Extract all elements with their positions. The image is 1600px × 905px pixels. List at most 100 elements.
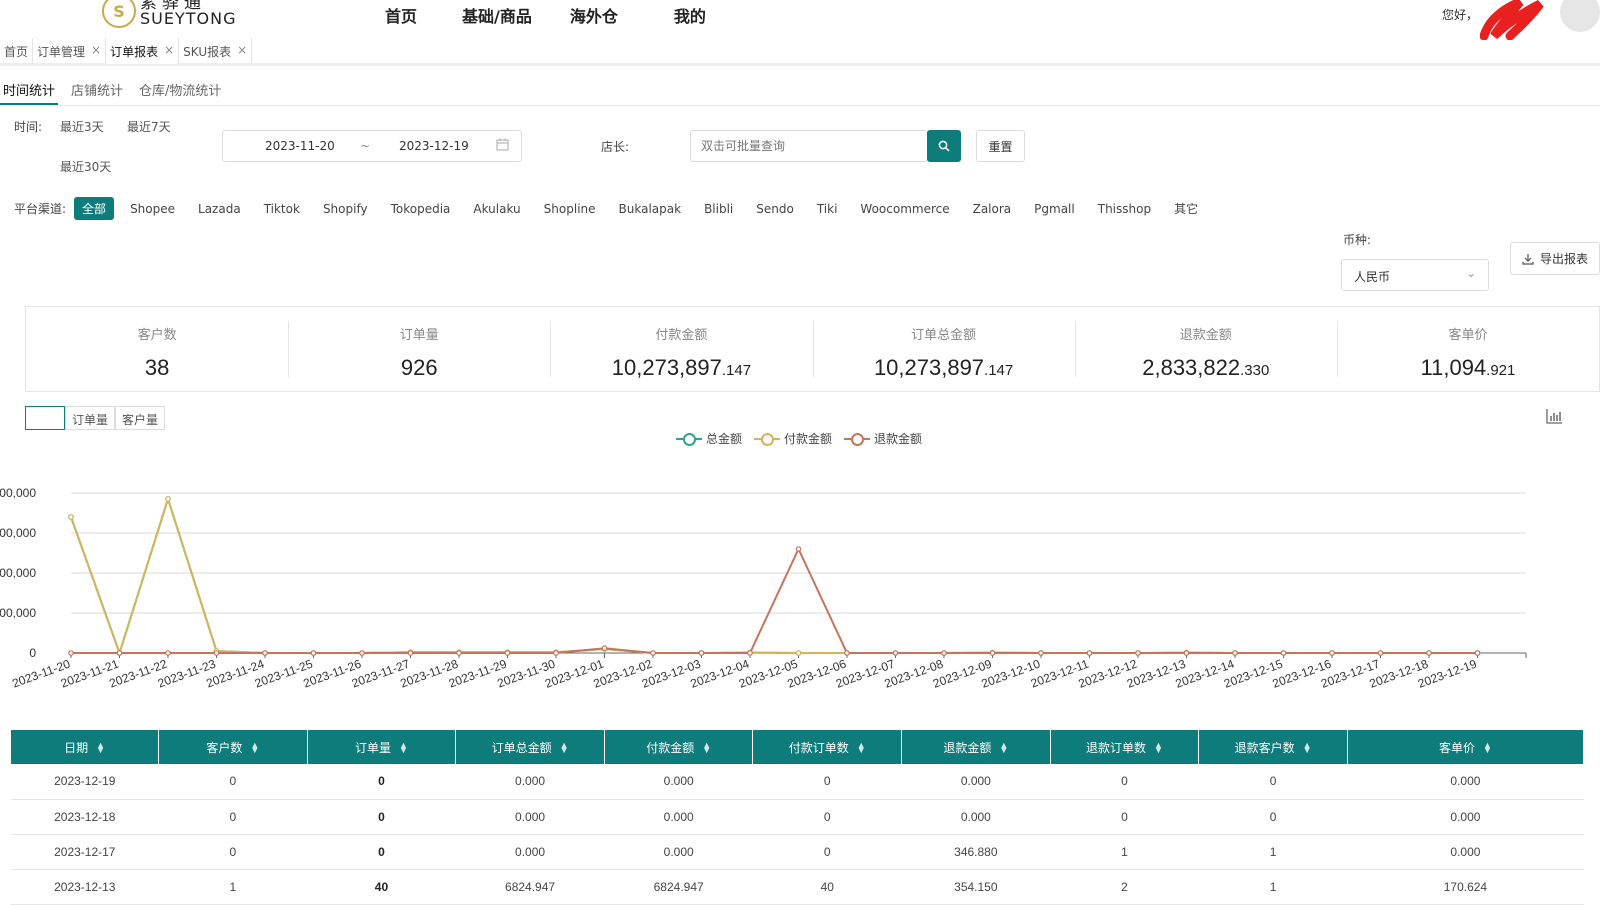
column-header-label: 客单价 [1438, 740, 1475, 755]
legend-item-refund[interactable]: 退款金额 [844, 430, 922, 447]
sort-icon[interactable]: ▲ ▼ [96, 741, 105, 755]
nav-mine[interactable]: 我的 [674, 3, 706, 27]
table-cell: 354.150 [901, 869, 1051, 905]
quick-range-3d[interactable]: 最近3天 [60, 118, 104, 135]
close-icon[interactable]: × [164, 43, 174, 64]
legend-label: 总金额 [706, 432, 743, 446]
close-icon[interactable]: × [237, 43, 247, 64]
toggle-customer-count[interactable]: 客户量 [115, 406, 166, 430]
shop-search-input[interactable] [690, 130, 928, 162]
platform-other[interactable]: 其它 [1174, 200, 1198, 217]
sort-icon[interactable]: ▲ ▼ [999, 741, 1008, 755]
platform-bukalapak[interactable]: Bukalapak [619, 202, 682, 216]
export-report-button[interactable]: 导出报表 [1510, 242, 1600, 275]
subtab-warehouse-logistics-stats[interactable]: 仓库/物流统计 [136, 76, 224, 105]
table-cell: 0 [307, 834, 456, 870]
table-cell: 1 [1050, 834, 1199, 870]
table-cell: 2 [1050, 869, 1199, 905]
column-header[interactable]: 退款金额 ▲ ▼ [901, 730, 1051, 764]
sort-icon[interactable]: ▲ ▼ [250, 741, 259, 755]
tab-sku-report[interactable]: SKU报表 × [179, 38, 253, 64]
table-row: 2023-12-18 0 0 0.000 0.000 0 0.000 0 0 0.000 [11, 799, 1584, 835]
column-header[interactable]: 退款客户数 ▲ ▼ [1198, 730, 1348, 764]
column-header[interactable]: 日期 ▲ ▼ [11, 730, 160, 764]
tab-order-report[interactable]: 订单报表 × [106, 38, 180, 64]
platform-thisshop[interactable]: Thisshop [1098, 202, 1151, 216]
data-point [1426, 650, 1432, 656]
close-icon[interactable]: × [91, 43, 101, 64]
legend-item-total[interactable]: 总金额 [676, 430, 742, 447]
platform-woocommerce[interactable]: Woocommerce [860, 202, 949, 216]
quick-range-7d[interactable]: 最近7天 [127, 118, 171, 135]
avatar[interactable] [1560, 0, 1600, 32]
column-header[interactable]: 订单量 ▲ ▼ [307, 730, 457, 764]
stat-int: 38 [144, 355, 170, 380]
toggle-amount[interactable] [25, 406, 65, 430]
tab-order-management[interactable]: 订单管理 × [33, 38, 107, 64]
column-header-label: 退款订单数 [1085, 740, 1146, 755]
nav-basic-goods[interactable]: 基础/商品 [462, 3, 532, 27]
stat-int: 10,273,897 [873, 355, 985, 380]
table-cell: 2023-12-13 [11, 869, 159, 905]
platform-blibli[interactable]: Blibli [704, 202, 733, 216]
platform-shopify[interactable]: Shopify [323, 202, 368, 216]
table-cell: 0 [752, 799, 902, 835]
data-point [310, 650, 317, 656]
nav-home[interactable]: 首页 [385, 3, 417, 27]
legend-item-paid[interactable]: 付款金额 [754, 430, 832, 447]
data-point [165, 496, 171, 502]
data-point [165, 650, 171, 656]
column-header[interactable]: 付款订单数 ▲ ▼ [752, 730, 903, 764]
toggle-order-count[interactable]: 订单量 [65, 406, 116, 430]
table-cell: 0 [1198, 764, 1348, 800]
platform-tiktok[interactable]: Tiktok [264, 202, 300, 216]
stat-dec: .921 [1486, 362, 1516, 379]
platform-tiki[interactable]: Tiki [817, 202, 838, 216]
date-range-picker[interactable]: 2023-11-20 ~ 2023-12-19 [222, 130, 522, 162]
column-header[interactable]: 客单价 ▲ ▼ [1347, 730, 1585, 764]
logo-icon: S [102, 0, 136, 28]
sort-icon[interactable]: ▲ ▼ [1303, 741, 1312, 755]
tab-home[interactable]: 首页 [0, 38, 34, 64]
series-line-0 [70, 495, 1478, 657]
platform-shopee[interactable]: Shopee [130, 202, 175, 216]
sort-icon[interactable]: ▲ ▼ [1154, 741, 1163, 755]
nav-overseas-warehouse[interactable]: 海外仓 [570, 3, 618, 27]
reset-button[interactable]: 重置 [976, 130, 1025, 162]
column-header[interactable]: 客户数 ▲ ▼ [158, 730, 308, 764]
table-row: 2023-12-13 1 40 6824.947 6824.947 40 354.150 2 1… [11, 869, 1584, 905]
platform-akulaku[interactable]: Akulaku [473, 202, 520, 216]
bar-chart-icon[interactable] [1545, 407, 1563, 425]
platform-sendo[interactable]: Sendo [756, 202, 794, 216]
column-header[interactable]: 订单总金额 ▲ ▼ [455, 730, 605, 764]
search-button[interactable] [927, 130, 961, 162]
platform-all[interactable]: 全部 [74, 197, 115, 220]
table-cell: 40 [752, 869, 902, 905]
subtab-shop-stats[interactable]: 店铺统计 [68, 76, 126, 105]
sort-icon[interactable]: ▲ ▼ [560, 741, 569, 755]
sort-icon[interactable]: ▲ ▼ [399, 741, 408, 755]
logo[interactable]: S 素驿通 SUEYTONG [102, 0, 236, 28]
platform-pgmall[interactable]: Pgmall [1034, 202, 1075, 216]
stat-order-total: 订单总金额 10,273,897.147 [812, 307, 1075, 391]
column-header[interactable]: 付款金额 ▲ ▼ [604, 730, 754, 764]
series-line-2 [71, 546, 1478, 654]
sort-icon[interactable]: ▲ ▼ [857, 741, 866, 755]
table-cell: 6824.947 [604, 869, 753, 905]
legend-label: 退款金额 [874, 432, 923, 446]
platform-lazada[interactable]: Lazada [198, 202, 241, 216]
column-header[interactable]: 退款订单数 ▲ ▼ [1050, 730, 1200, 764]
quick-range-30d[interactable]: 最近30天 [60, 158, 111, 175]
table-cell: 0.000 [604, 834, 753, 870]
platform-zalora[interactable]: Zalora [973, 202, 1012, 216]
sort-icon[interactable]: ▲ ▼ [702, 741, 711, 755]
platform-tokopedia[interactable]: Tokopedia [391, 202, 451, 216]
date-end[interactable]: 2023-12-19 [399, 139, 469, 153]
platform-shopline[interactable]: Shopline [544, 202, 596, 216]
sort-icon[interactable]: ▲ ▼ [1483, 741, 1492, 755]
subtab-time-stats[interactable]: 时间统计 [0, 76, 59, 105]
date-start[interactable]: 2023-11-20 [265, 139, 335, 153]
table-cell: 0.000 [1347, 799, 1584, 835]
stat-int: 11,094 [1420, 355, 1487, 380]
currency-select[interactable]: 人民币 ⌄ [1341, 259, 1489, 291]
